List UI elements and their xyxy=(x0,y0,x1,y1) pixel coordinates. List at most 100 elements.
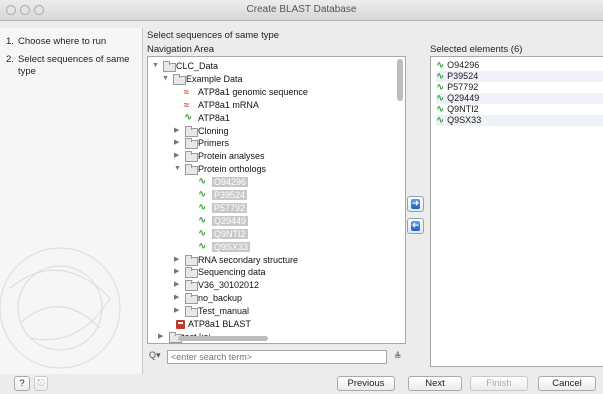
folder-icon xyxy=(162,60,176,72)
cancel-button[interactable]: Cancel xyxy=(538,376,596,391)
protein-sequence-icon: ∿ xyxy=(436,60,448,71)
tree-item[interactable]: ▼ Protein orthologs xyxy=(174,163,267,176)
tree-item[interactable]: ∿ P57792 xyxy=(188,201,248,214)
search-bar: Q▾ xyxy=(147,350,399,364)
folder-icon xyxy=(184,279,198,292)
previous-button[interactable]: Previous xyxy=(337,376,395,391)
tree-item-label: ATP8a1 mRNA xyxy=(198,99,259,110)
tree-item-label: Protein analyses xyxy=(198,151,265,162)
tree-item[interactable]: ▶ no_backup xyxy=(174,292,242,305)
selected-elements-list[interactable]: ∿ O94296 ∿ P39524 ∿ P57792 ∿ Q29449 ∿ Q9NTI2… xyxy=(430,56,603,367)
tree-item[interactable]: ∿ Q9SX33 xyxy=(188,240,251,253)
step-label: Select sequences of same type xyxy=(18,54,130,77)
tree-item[interactable]: ▶ RNA secondary structure xyxy=(174,254,298,266)
selected-list-item[interactable]: ∿ P57792 xyxy=(436,82,603,93)
tree-item[interactable]: ▶ Cloning xyxy=(174,125,229,137)
protein-sequence-icon: ∿ xyxy=(198,214,207,226)
protein-sequence-icon: ∿ xyxy=(198,227,207,239)
tree-item[interactable]: ∿ ATP8a1 xyxy=(174,112,230,124)
selected-item-label: P39524 xyxy=(447,71,479,81)
tree-item-label: Example Data xyxy=(186,73,243,84)
tree-item-label: Q29449 xyxy=(212,215,249,226)
tree-item[interactable]: ≈ ATP8a1 genomic sequence xyxy=(174,86,308,98)
protein-sequence-icon: ∿ xyxy=(198,240,207,252)
finish-button[interactable]: Finish xyxy=(470,376,528,391)
collapsed-icon[interactable]: ▶ xyxy=(174,125,184,137)
selected-list-item[interactable]: ∿ O94296 xyxy=(436,60,603,71)
tree-item[interactable]: ▶ Primers xyxy=(174,137,229,150)
navigation-area-label: Navigation Area xyxy=(147,44,215,55)
selected-list-item[interactable]: ∿ Q9SX33 xyxy=(436,115,603,126)
tree-item[interactable]: ∿ O94296 xyxy=(188,176,249,188)
horizontal-scrollbar[interactable] xyxy=(178,336,268,341)
search-input[interactable] xyxy=(167,350,387,364)
tree-item-label: RNA secondary structure xyxy=(198,254,299,265)
tree-item[interactable]: ATP8a1 BLAST xyxy=(164,318,251,330)
search-icon[interactable]: Q▾ xyxy=(149,350,161,361)
reset-icon: ⎋ xyxy=(37,378,45,389)
tree-item-label: O94296 xyxy=(212,177,249,188)
arrow-left-icon: ➜ xyxy=(411,220,420,230)
title-bar: Create BLAST Database xyxy=(0,0,603,21)
tree-item-label: Protein orthologs xyxy=(198,164,267,175)
navigation-tree[interactable]: ▼ CLC_Data ▼ Example Data ≈ ATP8a1 genomic se… xyxy=(147,56,406,344)
tree-item[interactable]: ∿ Q29449 xyxy=(188,214,249,227)
tree-item-label: Primers xyxy=(198,138,229,149)
instruction-text: Select sequences of same type xyxy=(147,30,280,41)
folder-icon xyxy=(184,266,198,279)
remove-from-selection-button[interactable]: ➜ xyxy=(407,218,424,234)
folder-icon xyxy=(184,125,198,137)
help-button[interactable]: ? xyxy=(14,376,30,391)
blast-database-icon xyxy=(174,318,188,330)
folder-icon xyxy=(184,254,198,266)
collapsed-icon[interactable]: ▶ xyxy=(174,254,184,266)
collapsed-icon[interactable]: ▶ xyxy=(174,279,184,291)
tree-item-label: P57792 xyxy=(212,202,248,213)
reset-button[interactable]: ⎋ xyxy=(34,376,48,391)
tree-item[interactable]: ▶ V36_30102012 xyxy=(174,279,259,292)
tree-item-label: CLC_Data xyxy=(176,61,219,71)
folder-icon xyxy=(184,150,198,163)
collapsed-icon[interactable]: ▶ xyxy=(174,137,184,149)
selected-elements-label: Selected elements (6) xyxy=(430,44,523,55)
expanded-icon[interactable]: ▼ xyxy=(152,60,162,72)
selected-list-item[interactable]: ∿ P39524 xyxy=(436,71,603,82)
tree-item[interactable]: ▶ Sequencing data xyxy=(174,266,266,279)
expanded-icon[interactable]: ▼ xyxy=(162,73,172,85)
next-button[interactable]: Next xyxy=(408,376,462,391)
selected-list-item[interactable]: ∿ Q9NTI2 xyxy=(436,104,603,115)
tree-item-label: ATP8a1 BLAST xyxy=(188,319,251,329)
mrna-icon: ≈ xyxy=(184,99,189,110)
tree-item[interactable]: ▼ CLC_Data xyxy=(152,60,218,72)
sort-icon[interactable]: ≜ xyxy=(394,351,402,362)
add-to-selection-button[interactable]: ➜ xyxy=(407,196,424,212)
selected-item-label: P57792 xyxy=(447,82,479,92)
protein-sequence-icon: ∿ xyxy=(198,201,207,213)
collapsed-icon[interactable]: ▶ xyxy=(174,292,184,304)
tree-item[interactable]: ▼ Example Data xyxy=(162,73,243,85)
folder-icon xyxy=(184,292,198,305)
tree-item-label: Q9SX33 xyxy=(212,241,251,252)
tree-item-label: Sequencing data xyxy=(198,267,266,278)
tree-item-label: ATP8a1 xyxy=(198,112,230,123)
protein-sequence-icon: ∿ xyxy=(436,93,448,104)
expanded-icon[interactable]: ▼ xyxy=(174,163,184,175)
tree-item[interactable]: ∿ Q9NTI2 xyxy=(188,228,248,240)
clc-watermark-icon xyxy=(0,247,121,369)
window-title: Create BLAST Database xyxy=(246,4,357,15)
selected-item-label: Q29449 xyxy=(447,93,480,103)
vertical-scrollbar[interactable] xyxy=(397,59,403,101)
tree-item[interactable]: ∿ P39524 xyxy=(188,189,248,201)
collapsed-icon[interactable]: ▶ xyxy=(174,150,184,162)
tree-item[interactable]: ≈ ATP8a1 mRNA xyxy=(174,99,259,111)
collapsed-icon[interactable]: ▶ xyxy=(174,305,184,317)
tree-item-label: Cloning xyxy=(198,125,229,136)
collapsed-icon[interactable]: ▶ xyxy=(174,266,184,278)
collapsed-icon[interactable]: ▶ xyxy=(158,331,168,343)
tree-item[interactable]: ▶ Test_manual xyxy=(174,305,249,318)
selected-list-item[interactable]: ∿ Q29449 xyxy=(436,93,603,104)
protein-sequence-icon: ∿ xyxy=(436,104,448,115)
selected-item-label: Q9SX33 xyxy=(447,115,482,125)
tree-item[interactable]: ▶ Protein analyses xyxy=(174,150,265,163)
wizard-steps-panel: 1. Choose where to run 2. Select sequenc… xyxy=(0,28,143,374)
